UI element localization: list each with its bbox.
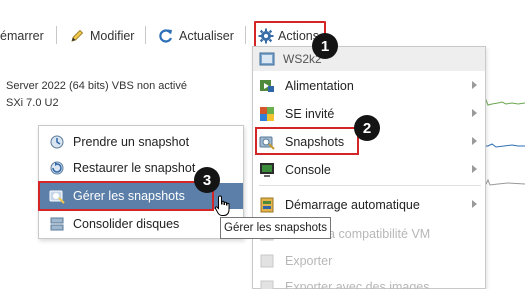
submenu-arrow-icon xyxy=(472,81,477,89)
menu-item-export-images: Exporter avec des images xyxy=(259,276,483,289)
manage-snapshots-highlight xyxy=(38,181,214,211)
menu-divider xyxy=(259,185,481,186)
modify-button[interactable]: Modifier xyxy=(69,25,134,47)
menu-item-label: Exporter avec des images xyxy=(285,280,430,289)
submenu-arrow-icon xyxy=(472,109,477,117)
restore-snapshot-icon xyxy=(50,161,64,175)
refresh-label: Actualiser xyxy=(179,29,234,43)
consolidate-disks-icon xyxy=(50,217,64,231)
export-images-icon xyxy=(260,280,274,289)
modify-label: Modifier xyxy=(90,29,135,43)
compat-info: SXi 7.0 U2 xyxy=(6,97,59,109)
refresh-button[interactable]: Actualiser xyxy=(158,25,234,47)
toolbar-divider xyxy=(245,26,246,44)
vm-icon xyxy=(259,52,275,66)
start-button[interactable]: émarrer xyxy=(0,25,44,47)
take-snapshot-icon xyxy=(50,135,64,149)
actions-menu: WS2k2 Alimentation SE invité Snapshots C… xyxy=(252,46,486,289)
step-badge-3: 3 xyxy=(194,167,220,193)
menu-item-label: SE invité xyxy=(285,107,335,121)
toolbar-divider xyxy=(145,26,146,44)
menu-item-power[interactable]: Alimentation xyxy=(259,75,483,97)
menu-item-label: Exporter xyxy=(285,254,333,268)
snapshots-highlight xyxy=(255,127,359,155)
submenu-item-take-snapshot[interactable]: Prendre un snapshot xyxy=(39,129,243,155)
submenu-arrow-icon xyxy=(472,165,477,173)
autostart-icon xyxy=(260,197,274,213)
guest-os-icon xyxy=(260,107,274,121)
console-icon xyxy=(260,163,274,177)
export-icon xyxy=(260,254,274,268)
power-icon xyxy=(260,80,274,92)
start-label: émarrer xyxy=(0,29,44,43)
step-badge-1: 1 xyxy=(312,33,338,59)
actions-menu-header: WS2k2 xyxy=(253,47,485,71)
submenu-arrow-icon xyxy=(472,137,477,145)
tooltip: Gérer les snapshots xyxy=(220,217,331,239)
menu-item-export: Exporter xyxy=(259,250,483,272)
menu-item-label: Démarrage automatique xyxy=(285,198,420,212)
submenu-item-label: Restaurer le snapshot xyxy=(73,161,196,175)
toolbar-divider xyxy=(56,26,57,44)
hand-cursor-icon xyxy=(214,195,230,216)
menu-item-label: Alimentation xyxy=(285,79,354,93)
step-badge-2: 2 xyxy=(354,115,380,141)
submenu-arrow-icon xyxy=(472,200,477,208)
os-info: Server 2022 (64 bits) VBS non activé xyxy=(6,80,187,92)
submenu-item-consolidate-disks[interactable]: Consolider disques xyxy=(39,211,243,237)
menu-item-console[interactable]: Console xyxy=(259,159,483,181)
menu-item-label: Console xyxy=(285,163,331,177)
submenu-item-label: Prendre un snapshot xyxy=(73,135,190,149)
pencil-icon xyxy=(71,29,84,42)
refresh-icon xyxy=(159,29,173,43)
submenu-item-label: Consolider disques xyxy=(73,217,180,231)
menu-item-autostart[interactable]: Démarrage automatique xyxy=(259,194,483,216)
